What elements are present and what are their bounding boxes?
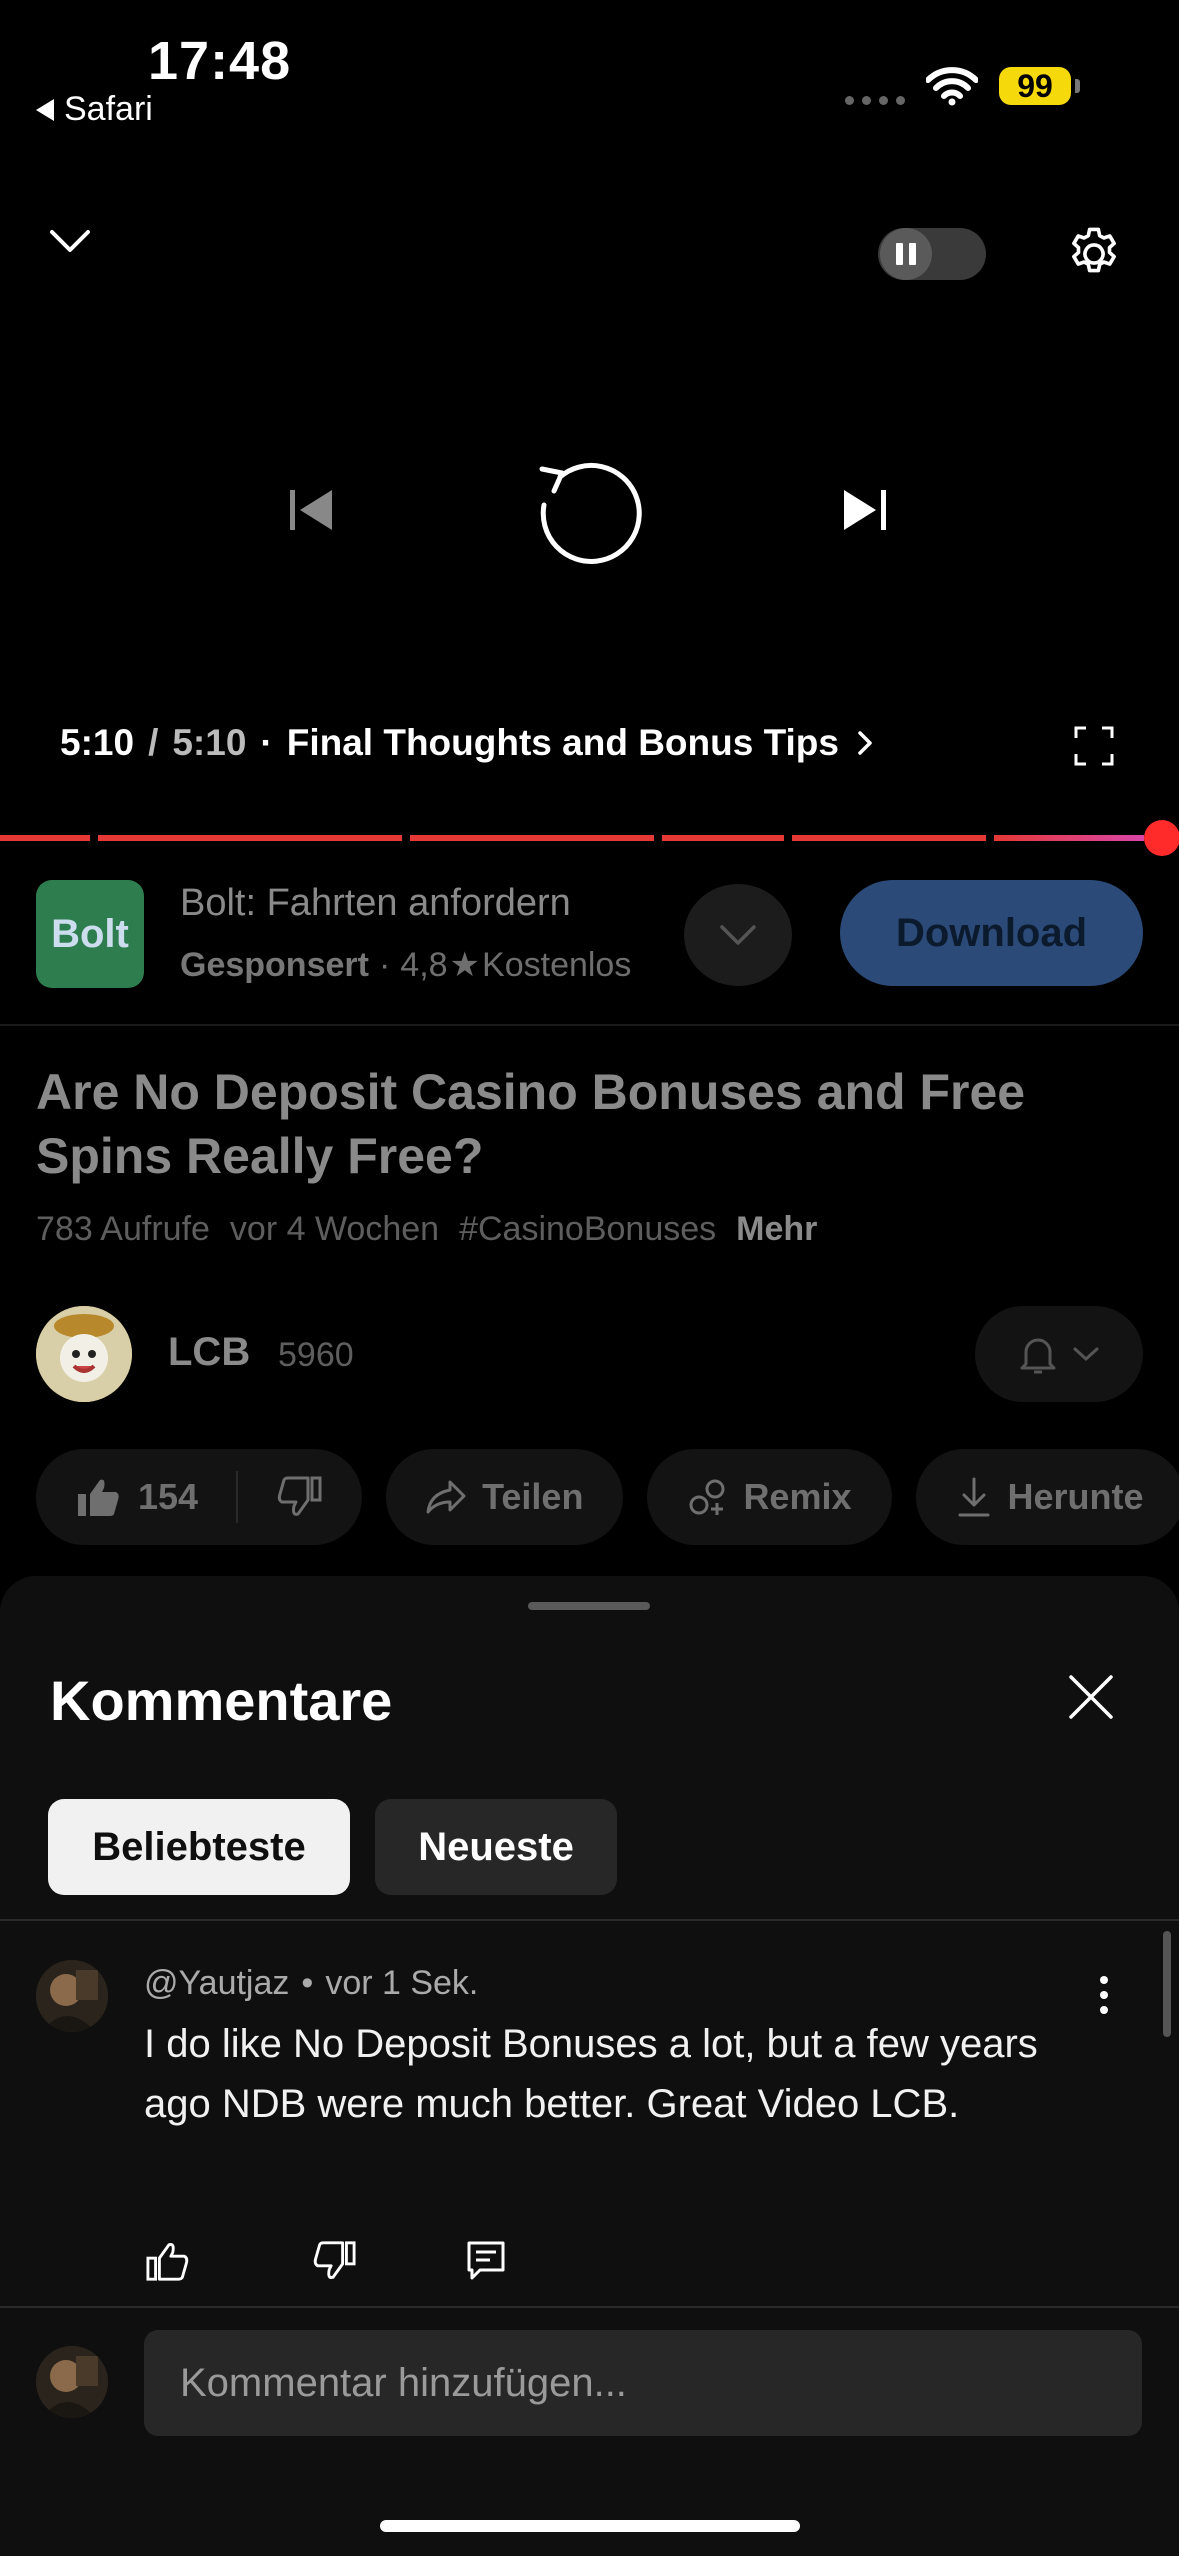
video-title[interactable]: Are No Deposit Casino Bonuses and Free S… [36,1060,1146,1188]
back-app-label: Safari [64,90,153,128]
tab-newest-comments[interactable]: Neueste [375,1799,617,1895]
ad-app-logo[interactable]: Bolt [36,880,144,988]
chevron-down-icon [1073,1347,1099,1362]
bell-icon [1020,1338,1056,1374]
chevron-right-icon [858,731,872,755]
comment-header: @Yautjaz • vor 1 Sek. [144,1964,478,2003]
reply-icon[interactable] [466,2240,506,2282]
divider [0,2306,1179,2308]
progress-segment [98,835,402,841]
sheet-drag-handle[interactable] [528,1602,650,1610]
time-chapter-row[interactable]: 5:10 / 5:10 · Final Thoughts and Bonus T… [60,722,873,764]
comment-author-avatar[interactable] [36,1960,108,2032]
comment-author[interactable]: @Yautjaz [144,1964,289,2003]
divider [0,1024,1179,1026]
thumbs-up-icon[interactable] [146,2240,190,2282]
dot-separator: · [378,945,391,984]
tab-top-comments[interactable]: Beliebteste [48,1799,350,1895]
action-chips: 154 Teilen Remix Herunte [36,1449,1179,1545]
download-label: Herunte [1007,1476,1144,1517]
channel-avatar-image [36,1306,132,1402]
back-triangle-icon [36,98,54,121]
chapter-title: Final Thoughts and Bonus Tips [286,722,839,763]
remix-chip[interactable]: Remix [647,1449,892,1545]
upload-age: vor 4 Wochen [229,1210,440,1248]
more-options-icon[interactable] [1100,1976,1108,2014]
share-icon [426,1480,466,1514]
chevron-down-icon [720,925,756,945]
notification-bell-button[interactable] [975,1306,1143,1402]
thumbs-up-icon[interactable] [76,1476,122,1518]
remix-icon [689,1479,725,1515]
autoplay-toggle[interactable] [878,228,986,280]
skip-previous-icon[interactable] [288,487,334,533]
replay-icon[interactable] [532,455,644,567]
progress-segment [410,835,654,841]
download-chip[interactable]: Herunte [915,1449,1179,1545]
dot-separator: · [260,722,273,763]
battery-cap [1075,79,1080,93]
time-separator: / [148,722,159,763]
progress-segment [0,835,90,841]
fullscreen-icon[interactable] [1074,726,1114,766]
duration: 5:10 [172,722,247,763]
pause-icon [880,228,932,280]
back-to-safari-link[interactable]: Safari [36,90,153,129]
comments-title: Kommentare [50,1669,393,1732]
share-chip[interactable]: Teilen [386,1449,624,1545]
subscriber-count: 5960 [278,1336,354,1374]
progress-scrubber[interactable] [1144,820,1179,856]
ad-expand-button[interactable] [684,884,792,986]
ad-title[interactable]: Bolt: Fahrten anfordern [180,882,571,925]
channel-name[interactable]: LCB [168,1330,250,1375]
status-time: 17:48 [148,31,292,91]
skip-next-icon[interactable] [842,487,888,533]
battery-icon: 99 [999,67,1071,105]
ad-meta: Gesponsert · 4,8 ★ Kostenlos [180,945,631,985]
comment-time: vor 1 Sek. [325,1964,479,2002]
progress-segment [662,835,784,841]
chevron-down-icon[interactable] [48,228,92,256]
progress-bar[interactable] [0,835,1165,841]
home-indicator[interactable] [380,2520,800,2532]
like-dislike-chip[interactable]: 154 [36,1449,363,1545]
share-label: Teilen [482,1476,584,1517]
hashtag-link[interactable]: #CasinoBonuses [459,1210,716,1249]
chip-divider [236,1471,239,1523]
star-icon: ★ [449,946,481,984]
scrollbar[interactable] [1163,1931,1171,2037]
progress-segment [994,835,1144,841]
channel-avatar[interactable] [36,1306,132,1402]
current-time: 5:10 [60,722,135,763]
cellular-signal-icon [845,96,905,105]
wifi-icon [926,67,978,106]
divider [0,1919,1179,1921]
gear-icon[interactable] [1063,223,1125,285]
video-meta[interactable]: 783 Aufrufe vor 4 Wochen #CasinoBonuses … [36,1210,817,1249]
avatar-image [36,1960,108,2032]
avatar-image [36,2346,108,2418]
add-comment-input[interactable] [144,2330,1142,2436]
dot-separator: • [301,1964,314,2002]
progress-segment [792,835,986,841]
download-icon [958,1477,989,1517]
thumbs-down-icon[interactable] [276,1476,322,1518]
more-link[interactable]: Mehr [736,1210,817,1249]
ad-price: Kostenlos [482,945,632,984]
ad-download-button[interactable]: Download [840,880,1143,986]
close-icon[interactable] [1068,1674,1114,1720]
like-count: 154 [138,1476,199,1517]
sponsored-label: Gesponsert [180,945,369,984]
ad-rating: 4,8 [400,945,448,984]
thumbs-down-icon[interactable] [312,2240,356,2282]
comment-text: I do like No Deposit Bonuses a lot, but … [144,2022,1038,2126]
view-count: 783 Aufrufe [36,1210,210,1248]
current-user-avatar [36,2346,108,2418]
remix-label: Remix [743,1476,852,1517]
